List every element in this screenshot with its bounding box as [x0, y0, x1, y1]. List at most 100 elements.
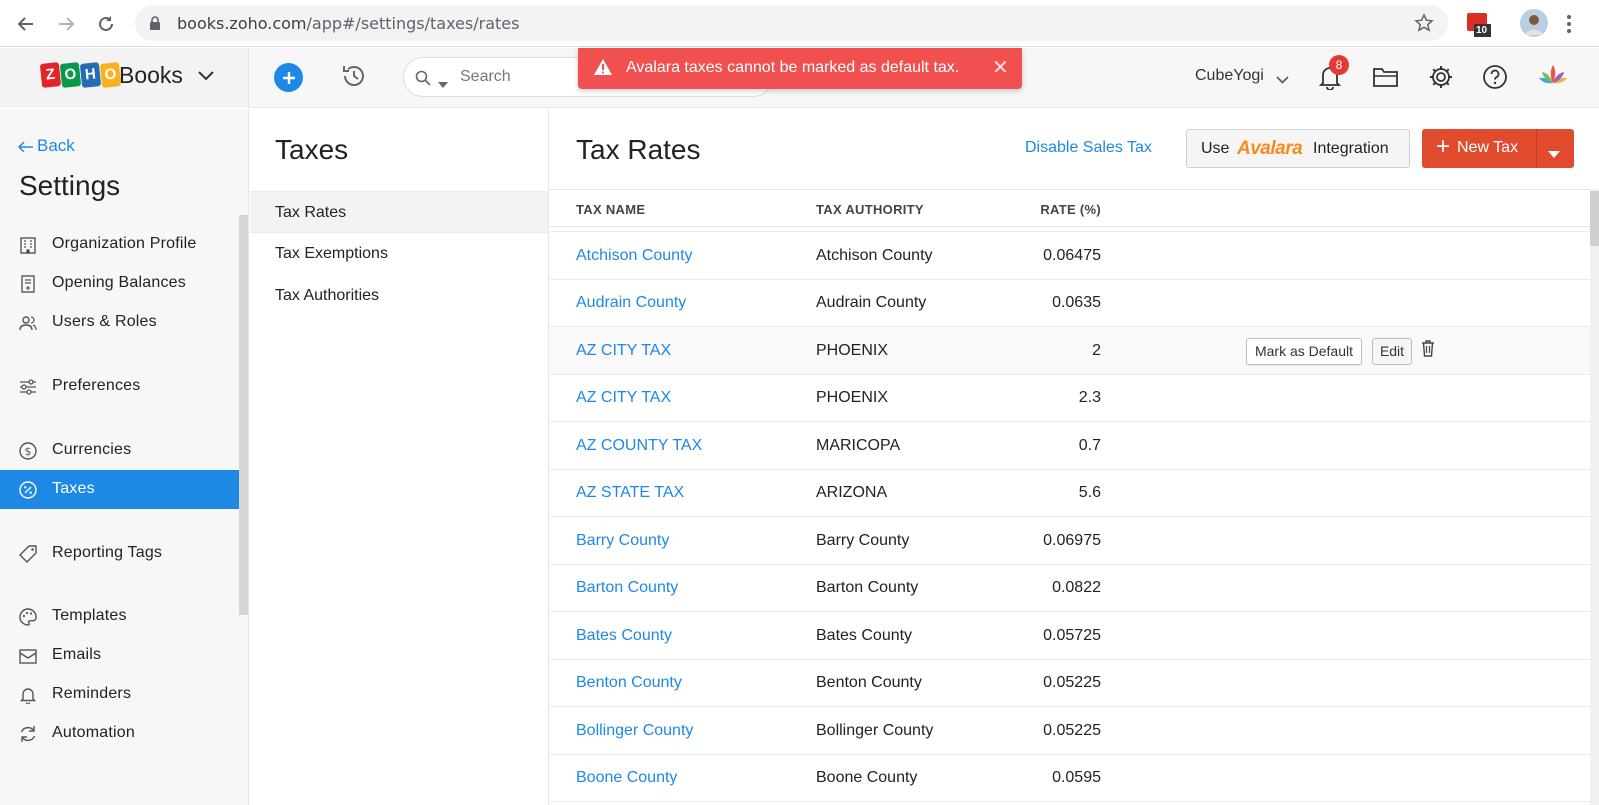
folder-icon[interactable]: [1373, 66, 1399, 93]
ledger-icon: [21, 275, 35, 293]
tax-authority-cell: Benton County: [816, 674, 922, 691]
profile-avatar[interactable]: [1520, 9, 1548, 42]
tax-name-link[interactable]: Boone County: [576, 769, 677, 787]
tax-name-link[interactable]: AZ CITY TAX: [576, 389, 671, 407]
table-row[interactable]: Barry County Barry County 0.06975: [550, 517, 1590, 565]
help-icon[interactable]: [1482, 64, 1508, 95]
tax-rate-cell: 0.7: [1078, 436, 1101, 454]
tax-name-link[interactable]: Barry County: [576, 532, 669, 550]
new-tax-dropdown-caret-icon[interactable]: [1548, 145, 1560, 163]
table-row[interactable]: Atchison County Atchison County 0.06475: [550, 232, 1590, 280]
tax-authority-cell: Bates County: [816, 626, 913, 644]
sidebar-item-taxes[interactable]: Taxes: [0, 470, 239, 509]
warning-icon: [593, 58, 613, 81]
tax-rate-cell: 0.0595: [1052, 769, 1101, 786]
disable-sales-tax-link[interactable]: Disable Sales Tax: [1025, 139, 1152, 157]
mail-icon: [19, 649, 37, 664]
tax-authority-cell: ARIZONA: [816, 484, 888, 501]
sidebar-item-organization-profile[interactable]: Organization Profile: [0, 225, 239, 264]
tax-authority-cell: Barton County: [816, 579, 919, 596]
subnav-item-tax-authorities[interactable]: Tax Authorities: [250, 275, 548, 317]
table-row[interactable]: Audrain County Audrain County 0.0635: [550, 279, 1590, 327]
edit-button[interactable]: Edit: [1372, 337, 1412, 365]
bookmark-star-icon[interactable]: [1414, 13, 1434, 38]
sidebar-item-emails[interactable]: Emails: [0, 636, 239, 675]
table-row[interactable]: AZ STATE TAX ARIZONA 5.6: [550, 469, 1590, 517]
tax-name-link[interactable]: Benton County: [576, 674, 682, 692]
organization-switcher[interactable]: CubeYogi: [1195, 67, 1264, 85]
sidebar-item-preferences[interactable]: Preferences: [0, 367, 239, 406]
avalara-logo: Avalara: [1237, 138, 1303, 159]
column-header-tax-authority[interactable]: TAX AUTHORITY: [816, 202, 924, 217]
automation-icon: [20, 726, 36, 742]
table-row[interactable]: AZ COUNTY TAX MARICOPA 0.7: [550, 422, 1590, 470]
taxes-subnav: Taxes Tax Rates Tax Exemptions Tax Autho…: [250, 109, 549, 805]
tax-name-link[interactable]: Bollinger County: [576, 722, 693, 740]
table-row[interactable]: AZ CITY TAX PHOENIX 2.3: [550, 374, 1590, 422]
logo-letter: Z: [39, 62, 62, 88]
new-tax-button[interactable]: + New Tax: [1422, 129, 1574, 168]
browser-menu-icon[interactable]: [1566, 14, 1572, 39]
building-icon: [20, 237, 36, 254]
table-row[interactable]: Barton County Barton County 0.0822: [550, 564, 1590, 612]
tax-name-link[interactable]: AZ COUNTY TAX: [576, 437, 702, 455]
tax-rate-cell: 0.0822: [1052, 579, 1101, 596]
table-row[interactable]: Boone County Boone County 0.0595: [550, 754, 1590, 802]
tax-name-link[interactable]: Barton County: [576, 579, 678, 597]
brand-switcher[interactable]: ZOHO Books: [0, 48, 249, 108]
scrollbar-thumb[interactable]: [1590, 191, 1599, 246]
recent-history-icon[interactable]: [340, 62, 368, 95]
bell-icon: [19, 688, 37, 704]
url-text: books.zoho.com/app#/settings/taxes/rates: [177, 14, 520, 33]
back-arrow-icon: [17, 140, 33, 153]
tax-name-link[interactable]: AZ CITY TAX: [576, 342, 671, 360]
table-row[interactable]: AZ CITY TAX PHOENIX 2 Mark as Default Edit: [550, 326, 1590, 375]
percent-icon: [19, 481, 37, 499]
sidebar-scrollbar[interactable]: [239, 215, 248, 615]
table-row[interactable]: Benton County Benton County 0.05225: [550, 659, 1590, 707]
chevron-down-icon: [198, 68, 214, 86]
mark-as-default-button[interactable]: Mark as Default: [1246, 337, 1362, 365]
forward-arrow-icon[interactable]: [50, 8, 82, 40]
subnav-item-tax-exemptions[interactable]: Tax Exemptions: [250, 233, 548, 275]
settings-title: Settings: [19, 170, 121, 201]
search-scope-caret-icon[interactable]: [438, 75, 448, 93]
table-row[interactable]: Bollinger County Bollinger County 0.05225: [550, 707, 1590, 755]
toast-message: Avalara taxes cannot be marked as defaul…: [626, 59, 960, 76]
sidebar-item-automation[interactable]: Automation: [0, 714, 239, 753]
sidebar-item-opening-balances[interactable]: Opening Balances: [0, 264, 239, 303]
tax-rate-cell: 0.06475: [1043, 246, 1101, 264]
reload-icon[interactable]: [90, 8, 122, 40]
close-icon[interactable]: ✕: [992, 58, 1009, 78]
back-arrow-icon[interactable]: [10, 8, 42, 40]
tax-name-link[interactable]: Audrain County: [576, 294, 686, 312]
address-bar[interactable]: books.zoho.com/app#/settings/taxes/rates: [135, 5, 1448, 41]
logo-letter: O: [99, 62, 122, 88]
tax-rate-cell: 2: [1092, 341, 1101, 359]
back-link[interactable]: Back: [17, 136, 75, 156]
sidebar-item-templates[interactable]: Templates: [0, 597, 239, 636]
sidebar-item-reminders[interactable]: Reminders: [0, 675, 239, 714]
sidebar-item-users-roles[interactable]: Users & Roles: [0, 303, 239, 342]
extension-icon[interactable]: 10: [1466, 12, 1492, 43]
page-title: Tax Rates: [576, 134, 701, 165]
sidebar-item-currencies[interactable]: $ Currencies: [0, 431, 239, 470]
tax-name-link[interactable]: Bates County: [576, 627, 672, 645]
avalara-integration-button[interactable]: Use Avalara Integration: [1186, 129, 1410, 168]
subnav-item-tax-rates[interactable]: Tax Rates: [250, 191, 548, 233]
tax-name-link[interactable]: AZ STATE TAX: [576, 484, 684, 502]
sidebar-item-reporting-tags[interactable]: Reporting Tags: [0, 534, 239, 573]
gear-icon[interactable]: [1428, 64, 1454, 95]
trash-icon[interactable]: [1421, 339, 1435, 362]
column-header-rate[interactable]: RATE (%): [1040, 202, 1101, 217]
quick-create-button[interactable]: [274, 63, 303, 92]
sliders-icon: [20, 379, 36, 395]
org-logo-icon[interactable]: [1535, 63, 1571, 94]
tax-name-link[interactable]: Atchison County: [576, 247, 693, 265]
column-header-tax-name[interactable]: TAX NAME: [576, 202, 645, 217]
notification-count-badge: 8: [1329, 55, 1349, 75]
table-scrollbar[interactable]: [1590, 189, 1599, 805]
table-row[interactable]: Bates County Bates County 0.05725: [550, 612, 1590, 660]
tax-authority-cell: PHOENIX: [816, 389, 889, 406]
browser-toolbar: books.zoho.com/app#/settings/taxes/rates…: [0, 0, 1599, 47]
